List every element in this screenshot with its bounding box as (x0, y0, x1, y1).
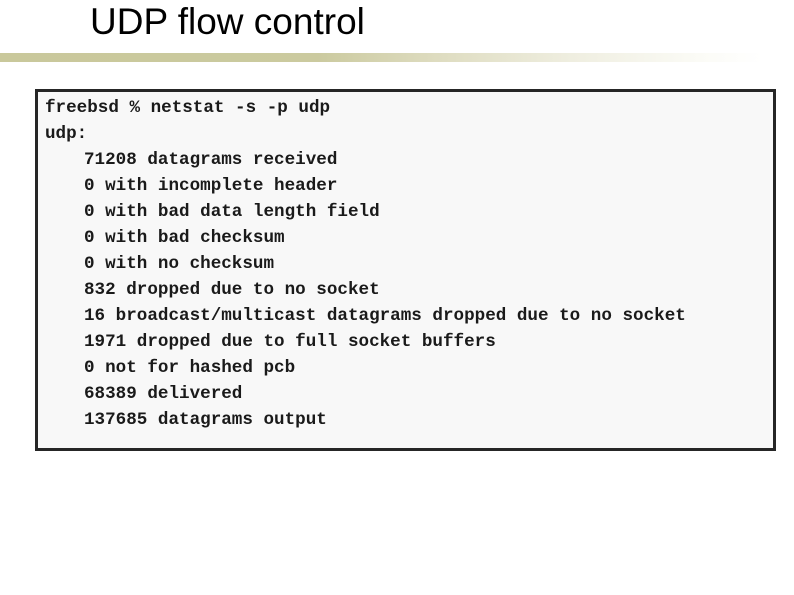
stat-line: 68389 delivered (84, 384, 243, 404)
stat-line: 1971 dropped due to full socket buffers (84, 332, 496, 352)
stat-line: 0 with bad data length field (84, 202, 380, 222)
stat-line: 832 dropped due to no socket (84, 280, 380, 300)
slide-title: UDP flow control (90, 1, 365, 42)
protocol-header-line: udp: (45, 124, 88, 144)
stat-line: 0 not for hashed pcb (84, 358, 296, 378)
command-line: freebsd % netstat -s -p udp (45, 98, 331, 118)
stat-line: 0 with incomplete header (84, 176, 338, 196)
stat-line: 16 broadcast/multicast datagrams dropped… (84, 306, 686, 326)
title-divider (0, 53, 794, 62)
terminal-output-box: freebsd % netstat -s -p udp udp: 71208 d… (35, 89, 776, 451)
terminal-lines: freebsd % netstat -s -p udp udp: 71208 d… (45, 95, 686, 433)
stat-line: 137685 datagrams output (84, 410, 327, 430)
stat-line: 71208 datagrams received (84, 150, 338, 170)
stat-line: 0 with bad checksum (84, 228, 285, 248)
stat-line: 0 with no checksum (84, 254, 275, 274)
